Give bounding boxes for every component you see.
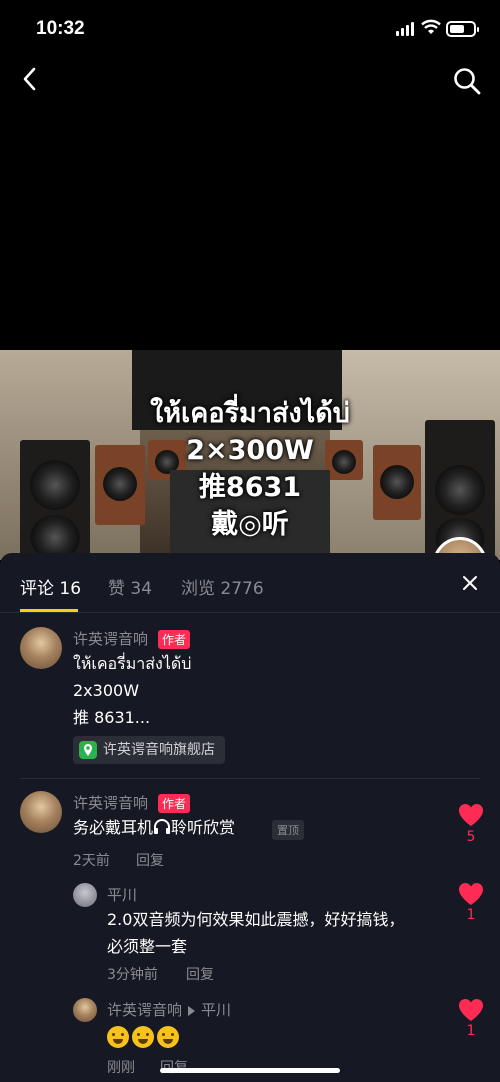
back-arrow-icon[interactable] <box>18 64 44 94</box>
comment-author-name[interactable]: 平川 <box>107 884 137 905</box>
status-time: 10:32 <box>36 18 85 39</box>
heart-icon[interactable] <box>458 998 484 1022</box>
tab-comments[interactable]: 评论 16 <box>20 574 81 599</box>
video-caption: ให้เคอรี่มาส่งได้บ่ 2×300W 推8631 戴◎听 <box>0 395 500 543</box>
shocked-emoji-icon <box>157 1025 179 1048</box>
tab-views[interactable]: 浏览 2776 <box>181 574 264 599</box>
comment-author-name[interactable]: 许英谔音响 <box>73 792 148 813</box>
laughing-emoji-icon <box>132 1025 154 1048</box>
heart-icon[interactable] <box>458 803 484 827</box>
status-bar: 10:32 <box>0 0 500 56</box>
post-text-line: ให้เคอรี่มาส่งได้บ่ <box>73 654 192 673</box>
search-icon[interactable] <box>452 66 482 96</box>
comments-panel: 评论 16 赞 34 浏览 2776 许英谔音响 作者 ให้เคอรี่มาส… <box>0 553 500 1082</box>
comment-text: 2.0双音频为何效果如此震撼，好好搞钱， 必须整一套 <box>107 906 404 960</box>
avatar[interactable] <box>73 998 97 1022</box>
headphones-icon <box>154 819 171 834</box>
comment-text-part: 聆听欣赏 <box>171 818 236 837</box>
tab-likes[interactable]: 赞 34 <box>108 574 152 599</box>
reply-target[interactable]: 平川 <box>201 1001 231 1019</box>
reply-button[interactable]: 回复 <box>186 964 214 984</box>
post-text: ให้เคอรี่มาส่งได้บ่ 2x300W 推 8631... <box>73 650 191 731</box>
comment-text-line: 必须整一套 <box>107 937 188 956</box>
reply-button[interactable]: 回复 <box>136 850 164 870</box>
shop-link[interactable]: 许英谔音响旗舰店 <box>73 736 225 764</box>
post-author-name[interactable]: 许英谔音响 <box>73 628 148 649</box>
post-text-line: 2x300W <box>73 681 140 700</box>
divider <box>20 778 480 779</box>
reply-button[interactable]: 回复 <box>160 1057 188 1077</box>
wifi-icon <box>421 19 441 34</box>
comments-tabs: 评论 16 赞 34 浏览 2776 <box>0 553 500 613</box>
reply-author[interactable]: 许英谔音响 <box>107 1001 182 1019</box>
cellular-signal-icon <box>396 22 414 36</box>
author-badge: 作者 <box>158 794 191 813</box>
avatar[interactable] <box>20 791 62 833</box>
post-text-line: 推 8631... <box>73 708 151 727</box>
close-icon[interactable] <box>462 575 478 591</box>
comment-time: 刚刚 <box>107 1060 135 1076</box>
caption-line: 推8631 <box>198 472 302 503</box>
pinned-badge: 置顶 <box>272 820 304 840</box>
author-badge: 作者 <box>158 630 191 649</box>
comment-emojis <box>107 1022 182 1049</box>
comment-time: 3分钟前 <box>107 967 158 983</box>
comment-text: 务必戴耳机 聆听欣赏 <box>73 814 235 841</box>
comment-author-name: 许英谔音响 平川 <box>107 999 231 1020</box>
comment-text-line: 2.0双音频为何效果如此震撼，好好搞钱， <box>107 910 405 929</box>
active-tab-indicator <box>20 609 78 612</box>
battery-icon <box>446 21 479 37</box>
caption-line: ให้เคอรี่มาส่งได้บ่ <box>150 398 350 429</box>
heart-icon[interactable] <box>458 882 484 906</box>
home-indicator[interactable] <box>160 1068 340 1073</box>
caption-line: 戴◎听 <box>211 509 289 540</box>
location-pin-icon <box>79 741 97 759</box>
like-count: 5 <box>466 829 476 845</box>
like-count: 1 <box>466 907 476 923</box>
avatar[interactable] <box>20 627 62 669</box>
comment-text-part: 务必戴耳机 <box>73 818 154 837</box>
grin-emoji-icon <box>107 1025 129 1048</box>
shop-link-label: 许英谔音响旗舰店 <box>103 742 215 758</box>
reply-arrow-icon <box>188 1005 196 1016</box>
caption-line: 2×300W <box>186 435 314 466</box>
avatar[interactable] <box>73 883 97 907</box>
like-count: 1 <box>466 1023 476 1039</box>
comment-time: 2天前 <box>73 853 110 869</box>
